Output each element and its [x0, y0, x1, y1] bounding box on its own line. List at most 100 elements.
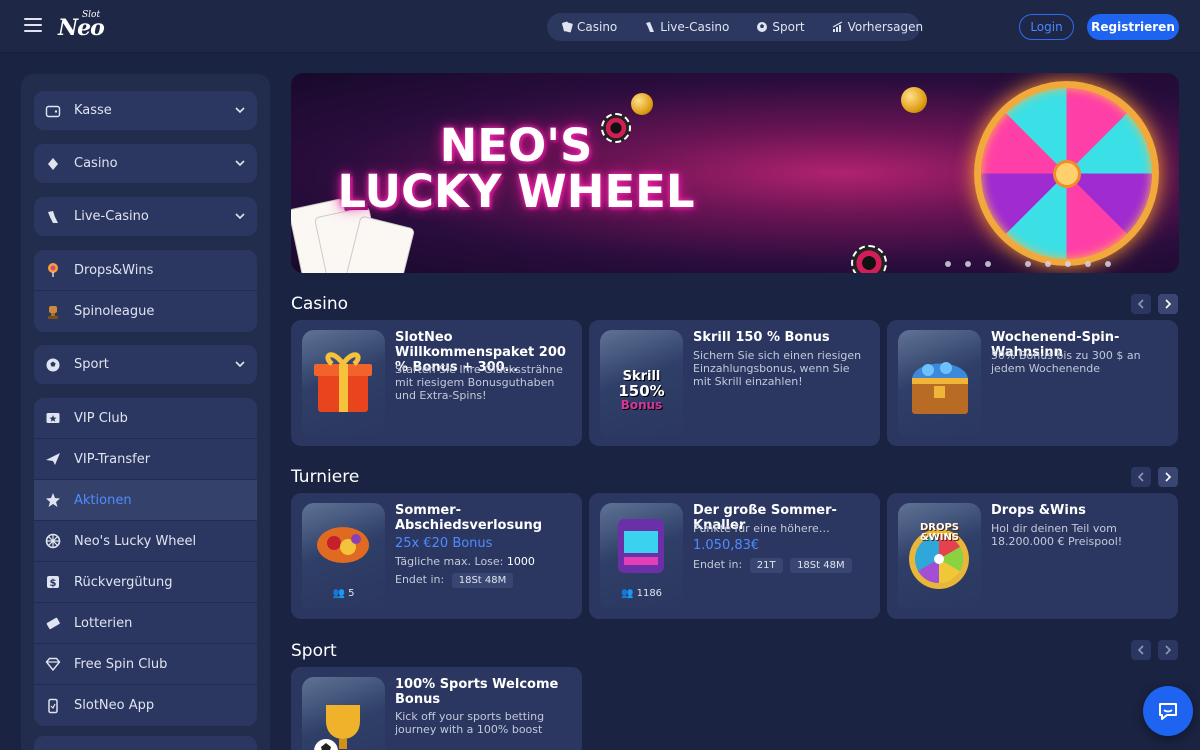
sport-carousel-arrows — [1131, 640, 1185, 660]
dollar-icon: $ — [45, 574, 61, 590]
tournament-card[interactable]: 👥 1186 Der große Sommer-Knaller Punkte f… — [589, 493, 880, 619]
promo-card[interactable]: Wochenend-Spin-Wahnsinn 50% Bonus bis zu… — [887, 320, 1178, 446]
sidebar-item-vip-transfer[interactable]: VIP-Transfer — [34, 439, 257, 480]
wallet-icon — [45, 103, 61, 119]
lucky-wheel-image — [974, 81, 1159, 266]
nav-vorhersagen-label: Vorhersagen — [847, 20, 924, 34]
hero-banner[interactable]: NEO'S LUCKY WHEEL — [291, 73, 1179, 273]
sidebar-item-label: SlotNeo App — [74, 698, 155, 713]
login-button[interactable]: Login — [1019, 14, 1074, 40]
drops-wins-thumb: DROPS &WINS — [898, 503, 981, 609]
coin-decoration — [901, 87, 927, 113]
carousel-dot[interactable] — [965, 261, 971, 267]
tournament-thumb: 👥 5 — [302, 503, 385, 609]
nav-live-casino[interactable]: Live-Casino — [644, 20, 729, 34]
chevron-down-icon — [235, 107, 245, 114]
promo-description: Kick off your sports betting journey wit… — [395, 710, 545, 736]
next-button[interactable] — [1158, 467, 1178, 487]
tournament-title: Drops &Wins — [991, 503, 1086, 518]
sidebar-item-lotterien[interactable]: Lotterien — [34, 603, 257, 644]
chevron-right-icon — [1165, 645, 1172, 655]
prev-button[interactable] — [1131, 640, 1151, 660]
thumb-text: &WINS — [919, 532, 960, 543]
skrill-bonus-image: Skrill 150% Bonus — [600, 330, 683, 436]
dealer-hand-icon — [644, 21, 656, 33]
phone-icon — [45, 698, 61, 714]
carousel-dot[interactable] — [1025, 261, 1031, 267]
sidebar-item-label: Casino — [74, 156, 118, 171]
nav-casino[interactable]: Casino — [561, 20, 617, 34]
vip-icon — [45, 410, 61, 426]
ticket-icon — [45, 615, 61, 631]
carousel-dot[interactable] — [1085, 261, 1091, 267]
next-button[interactable] — [1158, 640, 1178, 660]
sidebar-item-spinoleague[interactable]: Spinoleague — [34, 291, 257, 332]
sidebar-item-drops-wins[interactable]: Drops&Wins — [34, 250, 257, 291]
register-button[interactable]: Registrieren — [1087, 14, 1179, 40]
section-title-casino: Casino — [291, 294, 349, 314]
sidebar-group-promos: Drops&Wins Spinoleague — [34, 250, 257, 332]
carousel-dot[interactable] — [985, 261, 991, 267]
tournament-card[interactable]: 👥 5 Sommer-Abschiedsverlosung 25x €20 Bo… — [291, 493, 582, 619]
tournament-card[interactable]: DROPS &WINS Drops &Wins Hol dir deinen T… — [887, 493, 1178, 619]
nav-vorhersagen[interactable]: Vorhersagen — [832, 20, 923, 34]
trophy-icon — [45, 304, 61, 320]
tournament-ends-in: Endet in: 18St 48M — [395, 573, 514, 588]
ends-label: Endet in: — [395, 573, 445, 586]
logo[interactable]: Slot Neo — [58, 9, 106, 43]
nav-sport[interactable]: Sport — [756, 20, 805, 34]
section-title-turniere: Turniere — [291, 467, 360, 487]
sidebar-item-label: Rückvergütung — [74, 574, 173, 590]
carousel-dots — [945, 261, 1125, 267]
banner-title-line1: NEO'S — [439, 119, 593, 172]
sidebar-item-free-spin-club[interactable]: Free Spin Club — [34, 644, 257, 685]
sidebar-item-vip-club[interactable]: VIP Club — [34, 398, 257, 439]
menu-icon[interactable] — [24, 18, 42, 32]
next-button[interactable] — [1158, 294, 1178, 314]
promo-card[interactable]: Skrill 150% Bonus Skrill 150 % Bonus Sic… — [589, 320, 880, 446]
carousel-dot[interactable] — [945, 261, 951, 267]
prev-button[interactable] — [1131, 467, 1151, 487]
sidebar-item-slotneo-app[interactable]: SlotNeo App — [34, 685, 257, 726]
sidebar-item-label: Kasse — [74, 103, 112, 118]
thumb-text: 150% — [618, 382, 665, 400]
carousel-dot[interactable] — [1065, 261, 1071, 267]
sidebar-item-aktionen[interactable]: Aktionen — [34, 480, 257, 521]
sidebar-item-label: VIP Club — [74, 410, 128, 426]
top-nav: Casino Live-Casino Sport Vorhersagen — [547, 13, 923, 41]
meta-value: 1000 — [506, 555, 535, 568]
sidebar-item-label: Free Spin Club — [74, 656, 168, 672]
wheel-icon — [45, 533, 61, 549]
sidebar-item-label: Sport — [74, 357, 109, 372]
carousel-dot[interactable] — [1045, 261, 1051, 267]
sidebar-item-rueckverguetung[interactable]: $ Rückvergütung — [34, 562, 257, 603]
carousel-dot[interactable] — [1105, 261, 1111, 267]
sidebar-item-sport[interactable]: Sport — [34, 345, 257, 384]
chevron-right-icon — [1165, 299, 1172, 309]
tournament-prize: 25x €20 Bonus — [395, 536, 493, 551]
prev-button[interactable] — [1131, 294, 1151, 314]
sidebar-item-kasse[interactable]: Kasse — [34, 91, 257, 130]
sidebar-item-lucky-wheel[interactable]: Neo's Lucky Wheel — [34, 521, 257, 562]
sidebar-item-more[interactable] — [34, 736, 257, 750]
sidebar-item-label: Aktionen — [74, 492, 132, 508]
meta-label: Tägliche max. Lose: — [395, 555, 504, 568]
ends-label: Endet in: — [693, 558, 743, 571]
soccer-ball-icon — [45, 357, 61, 373]
sport-promo-card[interactable]: 100% Sports Welcome Bonus Kick off your … — [291, 667, 582, 750]
gift-icon — [302, 330, 385, 436]
players-count: 👥 5 — [302, 588, 385, 599]
sidebar-item-live-casino[interactable]: Live-Casino — [34, 197, 257, 236]
chevron-down-icon — [235, 361, 245, 368]
sidebar-item-label: Spinoleague — [74, 304, 155, 319]
promo-card[interactable]: SlotNeo Willkommenspaket 200 % Bonus + 3… — [291, 320, 582, 446]
chat-icon — [1159, 703, 1177, 720]
sidebar-item-casino[interactable]: Casino — [34, 144, 257, 183]
sidebar: Kasse Casino Live-Casino Drops&Wins Spin… — [21, 74, 270, 750]
players-count: 👥 1186 — [600, 588, 683, 599]
chevron-left-icon — [1137, 472, 1144, 482]
chat-button[interactable] — [1143, 686, 1193, 736]
time-pill: 18St 48M — [451, 573, 514, 588]
promo-description: Starten Sie Ihre Glückssträhne mit riesi… — [395, 363, 563, 402]
sidebar-group-vip: VIP Club VIP-Transfer Aktionen Neo's Luc… — [34, 398, 257, 726]
